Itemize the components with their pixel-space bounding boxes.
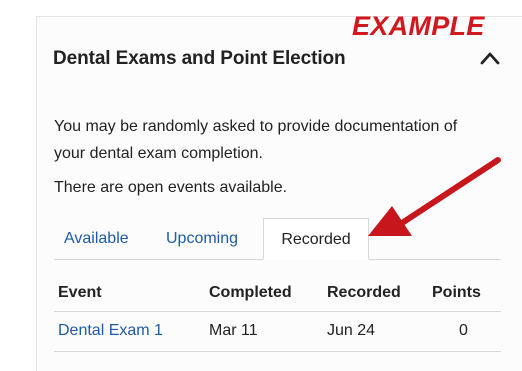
panel-title: Dental Exams and Point Election	[53, 48, 346, 69]
cell-recorded: Jun 24	[327, 322, 376, 339]
tab-upcoming[interactable]: Upcoming	[166, 218, 238, 260]
tab-available[interactable]: Available	[64, 218, 129, 260]
example-watermark: EXAMPLE	[352, 11, 485, 41]
open-events-text: There are open events available.	[54, 179, 288, 196]
events-table-header: Event Completed Recorded Points	[54, 274, 501, 312]
header-completed: Completed	[209, 284, 292, 301]
red-arrow-icon	[368, 157, 501, 236]
cell-points: 0	[459, 322, 468, 339]
tab-recorded[interactable]: Recorded	[263, 218, 369, 260]
table-row: Dental Exam 1 Mar 11 Jun 24 0	[54, 312, 501, 352]
header-points: Points	[432, 284, 481, 301]
screenshot-stage: EXAMPLE Dental Exams and Point Election …	[0, 0, 522, 371]
chevron-up-icon[interactable]	[479, 50, 501, 66]
header-event: Event	[58, 284, 102, 301]
cell-completed: Mar 11	[209, 322, 258, 339]
header-recorded: Recorded	[327, 284, 401, 301]
event-link-dental-exam-1[interactable]: Dental Exam 1	[58, 322, 163, 340]
